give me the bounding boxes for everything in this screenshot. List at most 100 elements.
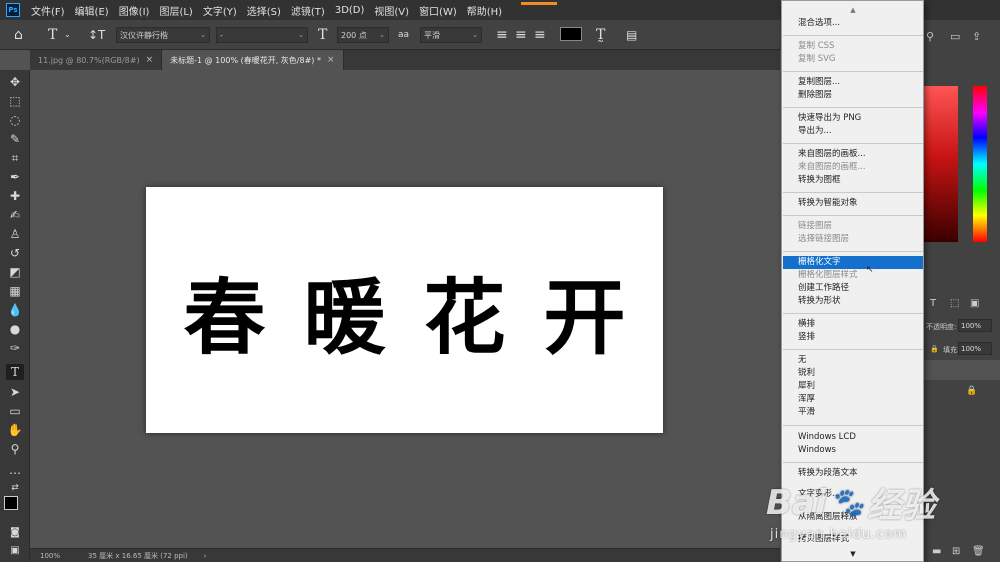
menu-item-windows[interactable]: Windows [783, 444, 923, 457]
delete-layer-icon[interactable]: 🗑 [972, 546, 985, 557]
layer-row-text[interactable] [922, 360, 1000, 380]
brush-tool-icon[interactable]: ✍ [6, 207, 24, 223]
menu-item-link-layers[interactable]: 链接图层 [783, 220, 923, 233]
dodge-tool-icon[interactable]: ● [6, 321, 24, 337]
scroll-down-icon[interactable]: ▼ [783, 549, 923, 559]
eraser-tool-icon[interactable]: ◩ [6, 264, 24, 280]
move-tool-icon[interactable]: ✥ [6, 74, 24, 90]
font-size-select[interactable]: 200 点 ⌄ [337, 27, 389, 43]
menu-filter[interactable]: 滤镜(T) [291, 3, 325, 18]
new-layer-icon[interactable]: ⊞ [952, 546, 960, 557]
scroll-up-icon[interactable]: ▲ [783, 5, 923, 15]
menu-item-vertical[interactable]: 竖排 [783, 331, 923, 344]
menu-select[interactable]: 选择(S) [247, 3, 281, 18]
menu-item-blending-options[interactable]: 混合选项... [783, 17, 923, 30]
menu-view[interactable]: 视图(V) [374, 3, 409, 18]
menu-window[interactable]: 窗口(W) [419, 3, 457, 18]
clone-stamp-icon[interactable]: ♙ [6, 226, 24, 242]
zoom-level[interactable]: 100% [40, 552, 60, 560]
eyedropper-tool-icon[interactable]: ✒ [6, 169, 24, 185]
menu-item-select-linked-layers[interactable]: 选择链接图层 [783, 233, 923, 246]
type-tool-preset-icon[interactable]: T [48, 25, 57, 45]
zoom-tool-icon[interactable]: ⚲ [6, 441, 24, 457]
menu-item-convert-to-frame[interactable]: 转换为图框 [783, 174, 923, 187]
align-right-icon[interactable]: ≡ [534, 25, 546, 45]
menu-item-antialias-smooth[interactable]: 平滑 [783, 406, 923, 419]
menu-item-duplicate-layer[interactable]: 复制图层... [783, 76, 923, 89]
align-center-icon[interactable]: ≡ [515, 25, 527, 45]
healing-brush-icon[interactable]: ✚ [6, 188, 24, 204]
font-family-select[interactable]: 汉仪许静行楷 ⌄ [116, 27, 210, 43]
antialias-select[interactable]: 平滑 ⌄ [420, 27, 482, 43]
path-select-tool-icon[interactable]: ➤ [6, 384, 24, 400]
chevron-down-icon[interactable]: ⌄ [64, 25, 71, 45]
menu-edit[interactable]: 编辑(E) [75, 3, 109, 18]
home-icon[interactable]: ⌂ [14, 25, 23, 45]
menu-item-artboard-from-layers[interactable]: 来自图层的画板... [783, 148, 923, 161]
menu-type[interactable]: 文字(Y) [203, 3, 237, 18]
lock-icon[interactable]: 🔒 [930, 345, 939, 353]
canvas-text-layer[interactable]: 春暖花开 [184, 251, 664, 370]
blur-tool-icon[interactable]: 💧 [6, 302, 24, 318]
menu-item-antialias-none[interactable]: 无 [783, 354, 923, 367]
rectangle-tool-icon[interactable]: ▭ [6, 403, 24, 419]
filter-shape-icon[interactable]: ⬚ [950, 298, 959, 309]
menu-item-copy-svg[interactable]: 复制 SVG [783, 53, 923, 66]
gradient-tool-icon[interactable]: ▦ [6, 283, 24, 299]
font-style-select[interactable]: - ⌄ [216, 27, 308, 43]
close-icon[interactable]: × [327, 55, 335, 65]
menu-item-antialias-strong[interactable]: 浑厚 [783, 393, 923, 406]
search-icon[interactable]: ⚲ [926, 30, 934, 43]
menu-item-windows-lcd[interactable]: Windows LCD [783, 431, 923, 444]
menu-item-frame-from-layers[interactable]: 来自图层的画框... [783, 161, 923, 174]
menu-3d[interactable]: 3D(D) [335, 5, 365, 16]
quick-mask-icon[interactable]: ◙ [6, 524, 24, 540]
pen-tool-icon[interactable]: ✑ [6, 340, 24, 356]
menu-image[interactable]: 图像(I) [119, 3, 150, 18]
tab-document-1[interactable]: 11.jpg @ 80.7%(RGB/8#) × [30, 50, 163, 70]
type-tool-icon[interactable]: T [6, 364, 24, 380]
foreground-color-swatch[interactable] [4, 496, 18, 510]
crop-tool-icon[interactable]: ⌗ [6, 150, 24, 166]
share-icon[interactable]: ⇪ [972, 30, 981, 43]
quick-select-tool-icon[interactable]: ✎ [6, 131, 24, 147]
menu-item-antialias-crisp[interactable]: 犀利 [783, 380, 923, 393]
menu-item-convert-to-shape[interactable]: 转换为形状 [783, 295, 923, 308]
menu-item-delete-layer[interactable]: 删除图层 [783, 89, 923, 102]
filter-type-icon[interactable]: T [930, 298, 936, 309]
menu-layer[interactable]: 图层(L) [159, 3, 192, 18]
hue-slider[interactable] [973, 86, 987, 242]
text-orientation-icon[interactable]: ↕T [88, 25, 105, 45]
history-brush-icon[interactable]: ↺ [6, 245, 24, 261]
workspace-icon[interactable]: ▭ [950, 30, 960, 43]
menu-item-convert-to-smart-object[interactable]: 转换为智能对象 [783, 197, 923, 210]
character-panel-icon[interactable]: ▤ [626, 25, 637, 45]
more-tools-icon[interactable]: … [6, 462, 24, 478]
menu-item-copy-css[interactable]: 复制 CSS [783, 40, 923, 53]
marquee-tool-icon[interactable]: ⬚ [6, 93, 24, 109]
swap-colors-icon[interactable]: ⇄ [6, 480, 24, 496]
document-canvas[interactable]: 春暖花开 [146, 187, 663, 433]
warp-text-icon[interactable]: T̰ [596, 25, 605, 45]
menu-item-quick-export-png[interactable]: 快速导出为 PNG [783, 112, 923, 125]
new-group-icon[interactable]: ▬ [932, 546, 941, 557]
menu-file[interactable]: 文件(F) [31, 3, 65, 18]
hand-tool-icon[interactable]: ✋ [6, 422, 24, 438]
text-color-swatch[interactable] [560, 27, 582, 41]
menu-item-horizontal[interactable]: 横排 [783, 318, 923, 331]
color-picker-field[interactable] [924, 86, 958, 242]
opacity-input[interactable]: 100% [958, 319, 992, 332]
menu-item-create-work-path[interactable]: 创建工作路径 [783, 282, 923, 295]
fill-input[interactable]: 100% [958, 342, 992, 355]
filter-smart-icon[interactable]: ▣ [970, 298, 979, 309]
tab-document-2[interactable]: 未标题-1 @ 100% (春暖花开, 灰色/8#) * × [162, 50, 344, 70]
lasso-tool-icon[interactable]: ◌ [6, 112, 24, 128]
close-icon[interactable]: × [146, 55, 154, 65]
menu-item-rasterize-type[interactable]: 栅格化文字 [783, 256, 923, 269]
menu-item-export-as[interactable]: 导出为... [783, 125, 923, 138]
screen-mode-icon[interactable]: ▣ [6, 542, 24, 558]
menu-item-rasterize-layer-style[interactable]: 栅格化图层样式 [783, 269, 923, 282]
align-left-icon[interactable]: ≡ [496, 25, 508, 45]
menu-item-antialias-sharp[interactable]: 锐利 [783, 367, 923, 380]
status-menu-arrow[interactable]: › [204, 552, 207, 560]
